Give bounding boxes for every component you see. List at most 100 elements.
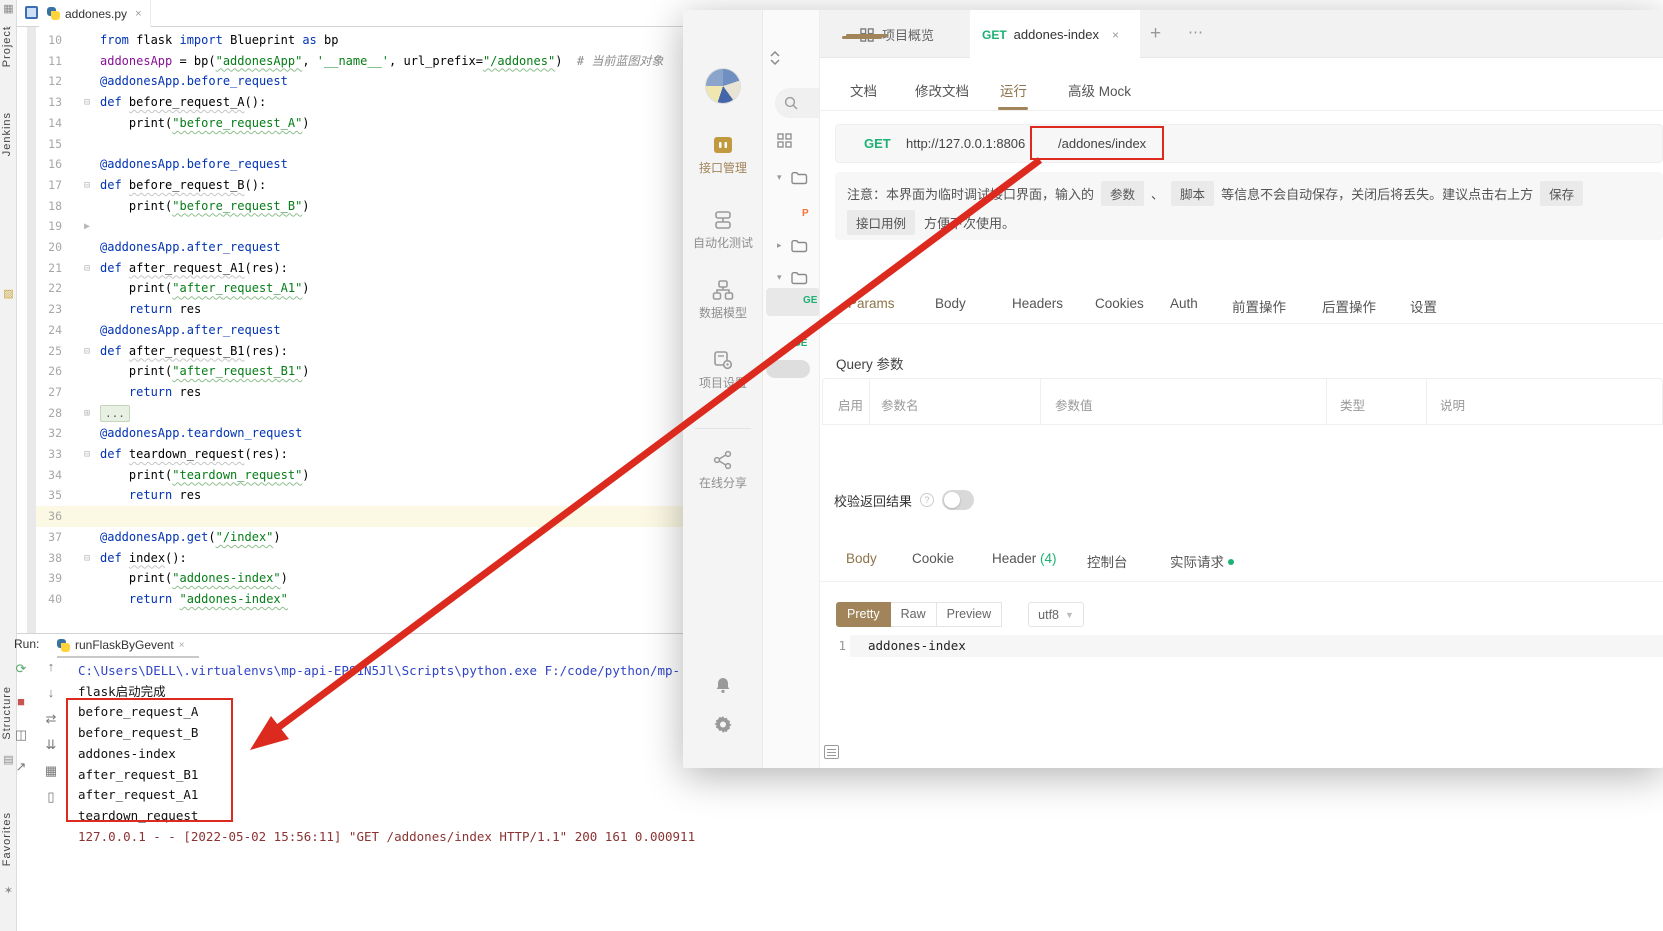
fold-marker-icon[interactable]: ⊟ — [80, 258, 94, 279]
response-tab-cookie[interactable]: Cookie — [912, 551, 954, 566]
pin-icon[interactable]: ↗ — [12, 758, 30, 776]
close-icon[interactable]: × — [179, 640, 185, 651]
project-tool-icon[interactable] — [25, 6, 38, 19]
tree-folder-row[interactable]: ▸ — [763, 238, 819, 258]
view-mode-raw[interactable]: Raw — [890, 602, 937, 627]
request-url-bar[interactable]: GET http://127.0.0.1:8806 /addones/index — [835, 124, 1663, 163]
method-select[interactable]: GET — [864, 136, 891, 151]
view-mode-preview[interactable]: Preview — [936, 602, 1003, 627]
response-tab-header[interactable]: Header (4) — [992, 551, 1057, 566]
console-panel-icon[interactable] — [824, 745, 839, 759]
response-body-text[interactable]: addones-index — [868, 638, 966, 653]
encoding-select[interactable]: utf8 ▼ — [1028, 602, 1084, 627]
notice-chip: 脚本 — [1171, 181, 1215, 206]
fold-marker-icon[interactable]: ⊟ — [80, 548, 94, 569]
green-dot-indicator — [1228, 559, 1234, 565]
settings-gear-icon[interactable] — [683, 714, 763, 739]
favorites-star-icon[interactable]: ✶ — [1, 884, 16, 897]
tree-item-overview[interactable] — [763, 133, 819, 153]
search-input[interactable] — [775, 88, 819, 118]
stripe-label-favorites[interactable]: Favorites — [1, 812, 16, 866]
code-token: "/index" — [215, 529, 274, 544]
notifications-bell-icon[interactable] — [683, 676, 763, 699]
rerun-icon[interactable]: ⟳ — [12, 660, 30, 678]
request-tab-headers[interactable]: Headers — [1012, 296, 1063, 311]
new-tab-button[interactable]: + — [1150, 23, 1161, 45]
fold-marker-icon[interactable]: ⊞ — [80, 403, 94, 424]
request-path-input[interactable]: /addones/index — [1058, 136, 1146, 151]
sidebar-item-share[interactable]: 在线分享 — [683, 450, 763, 491]
code-token: "addones-index" — [172, 571, 281, 586]
down-stack-icon[interactable]: ↓ — [42, 684, 60, 702]
sidebar-item-project-settings[interactable]: 项目设置 — [683, 350, 763, 391]
close-icon[interactable]: × — [135, 8, 141, 20]
layout-icon[interactable]: ◫ — [12, 726, 30, 744]
code-token: @addonesApp.after_request — [100, 322, 281, 337]
code-token: (res): — [244, 260, 288, 275]
fold-marker-icon[interactable]: ⊟ — [80, 444, 94, 465]
tree-folder-row[interactable]: ▾ — [763, 170, 819, 190]
editor-tab-addones[interactable]: addones.py × — [39, 0, 151, 27]
caret-icon[interactable]: ▾ — [777, 172, 782, 183]
request-tab-设置[interactable]: 设置 — [1410, 296, 1437, 316]
fold-arrow-icon[interactable]: ▶ — [80, 216, 94, 237]
subtab-3[interactable]: 高级 Mock — [1068, 80, 1131, 100]
project-panel-edge[interactable] — [27, 27, 36, 633]
collapse-sidebar-icon[interactable] — [769, 50, 781, 71]
fold-marker-icon[interactable]: ⊟ — [80, 175, 94, 196]
code-token: = bp( — [172, 53, 216, 68]
response-tab-实际请求[interactable]: 实际请求 — [1170, 551, 1234, 571]
view-mode-pretty[interactable]: Pretty — [836, 602, 891, 627]
tool-grid-icon[interactable]: ▦ — [1, 2, 16, 15]
run-config-tab[interactable]: runFlaskByGevent × — [57, 634, 185, 656]
response-tab-body[interactable]: Body — [846, 551, 877, 566]
sidebar-item-label: 项目设置 — [698, 376, 747, 390]
up-stack-icon[interactable]: ↑ — [42, 658, 60, 676]
line-number: 19 — [48, 219, 62, 234]
help-icon[interactable]: ? — [920, 493, 935, 507]
code-token: addonesApp — [100, 53, 173, 68]
stop-icon[interactable]: ■ — [12, 693, 30, 711]
line-number: 34 — [48, 467, 62, 482]
request-tab-后置操作[interactable]: 后置操作 — [1322, 296, 1376, 316]
sidebar-item-api-manage[interactable]: 接口管理 — [683, 135, 763, 176]
fold-marker-icon[interactable]: ⊟ — [80, 341, 94, 362]
request-tab-cookies[interactable]: Cookies — [1095, 296, 1144, 311]
subtab-0[interactable]: 文档 — [850, 80, 877, 100]
request-tab-body[interactable]: Body — [935, 296, 966, 311]
soft-wrap-icon[interactable]: ⇄ — [42, 710, 60, 728]
caret-icon[interactable]: ▾ — [777, 272, 782, 283]
screen: ▦ ⌄ ▨ ▤ ✶ Project Jenkins Structure Favorites ad… — [0, 0, 1663, 931]
code-token: @addonesApp.after_request — [100, 240, 281, 254]
caret-icon[interactable]: ▸ — [777, 240, 782, 251]
more-tabs-icon[interactable]: ⋯ — [1188, 23, 1204, 41]
stripe-label-project[interactable]: Project — [1, 26, 16, 67]
subtab-run[interactable]: 运行 — [1000, 80, 1027, 100]
sidebar-item-automation-test[interactable]: 自动化测试 — [683, 210, 763, 251]
active-tab-underline — [842, 36, 882, 39]
stripe-label-jenkins[interactable]: Jenkins — [1, 112, 16, 156]
code-text: print("teardown_request") — [100, 465, 310, 486]
clear-trash-icon[interactable]: ▯ — [42, 788, 60, 806]
code-token: from — [100, 33, 129, 47]
fold-marker-icon[interactable]: ⊟ — [80, 92, 94, 113]
ide-toolwindow-stripe: ▦ ⌄ ▨ ▤ ✶ Project Jenkins Structure Favorites — [0, 0, 17, 931]
sidebar-item-data-model[interactable]: 数据模型 — [683, 280, 763, 321]
tab-request-addones-index[interactable]: GET addones-index × — [970, 10, 1140, 59]
avatar[interactable] — [705, 68, 741, 104]
scroll-end-icon[interactable]: ⇊ — [42, 736, 60, 754]
changes-icon[interactable]: ▨ — [1, 287, 16, 300]
request-tab-params[interactable]: Params — [848, 296, 895, 311]
request-tab-auth[interactable]: Auth — [1170, 296, 1198, 311]
close-icon[interactable]: × — [1112, 28, 1119, 42]
query-params-table[interactable]: 启用 参数名 参数值 类型 说明 — [822, 378, 1663, 425]
subtab-1[interactable]: 修改文档 — [915, 80, 969, 100]
validate-toggle[interactable] — [942, 490, 975, 510]
tree-folder-row[interactable]: ▾ — [763, 270, 819, 290]
request-tab-前置操作[interactable]: 前置操作 — [1232, 296, 1286, 316]
base-url[interactable]: http://127.0.0.1:8806 — [906, 136, 1025, 151]
response-tab-控制台[interactable]: 控制台 — [1087, 551, 1128, 571]
print-icon[interactable]: ▦ — [42, 762, 60, 780]
